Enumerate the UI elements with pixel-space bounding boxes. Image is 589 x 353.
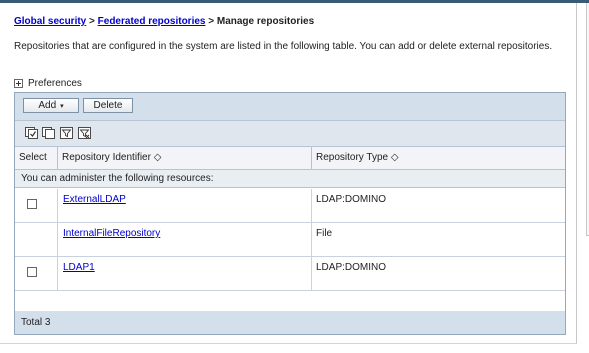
deselect-all-icon[interactable] [42, 127, 55, 139]
breadcrumb-current-page: Manage repositories [216, 16, 315, 27]
table-row: LDAP1 LDAP:DOMINO [15, 257, 565, 291]
column-divider [311, 257, 312, 290]
column-divider [57, 257, 58, 290]
column-header-label: Repository Identifier [62, 152, 151, 163]
preferences-toggle[interactable]: Preferences [14, 78, 82, 89]
repository-type-cell: LDAP:DOMINO [316, 194, 387, 205]
table-row: ExternalLDAP LDAP:DOMINO [15, 189, 565, 223]
table-icon-toolbar [15, 121, 565, 147]
table-total-footer: Total 3 [15, 311, 565, 334]
breadcrumb: Global security > Federated repositories… [14, 16, 314, 27]
breadcrumb-link-global-security[interactable]: Global security [14, 16, 86, 27]
column-header-label: Repository Type [316, 152, 389, 163]
sort-icon[interactable]: ◇ [154, 152, 162, 163]
column-header-repository-type[interactable]: Repository Type ◇ [312, 147, 565, 169]
column-divider [57, 223, 58, 256]
page-description: Repositories that are configured in the … [14, 41, 553, 52]
breadcrumb-separator: > [208, 16, 215, 27]
breadcrumb-separator: > [89, 16, 95, 27]
table-instruction-row: You can administer the following resourc… [15, 170, 565, 188]
action-toolbar: Add ▾ Delete [15, 93, 565, 121]
repository-identifier-link[interactable]: ExternalLDAP [63, 194, 126, 205]
repositories-collection-panel: Add ▾ Delete Select Repository Identifie… [14, 92, 566, 335]
content-frame-bottom [0, 343, 577, 344]
add-button-label: Add [38, 100, 57, 111]
expand-plus-icon[interactable] [14, 79, 23, 88]
repository-type-cell: File [316, 228, 333, 239]
column-header-repository-identifier[interactable]: Repository Identifier ◇ [58, 147, 311, 169]
select-all-icon[interactable] [25, 127, 38, 139]
repository-type-cell: LDAP:DOMINO [316, 262, 387, 273]
repository-identifier-link[interactable]: InternalFileRepository [63, 228, 160, 239]
delete-button[interactable]: Delete [83, 98, 133, 113]
sort-icon[interactable]: ◇ [391, 152, 399, 163]
content-frame-border [576, 3, 577, 343]
column-divider [57, 189, 58, 222]
breadcrumb-link-federated-repositories[interactable]: Federated repositories [98, 16, 206, 27]
column-divider [311, 189, 312, 222]
repository-identifier-link[interactable]: LDAP1 [63, 262, 95, 273]
table-row: InternalFileRepository File [15, 223, 565, 257]
clear-filter-icon[interactable] [78, 127, 91, 139]
add-button[interactable]: Add ▾ [23, 98, 79, 113]
column-divider [311, 223, 312, 256]
table-header-row: Select Repository Identifier ◇ Repositor… [15, 147, 565, 170]
column-header-select: Select [19, 152, 47, 163]
dropdown-caret-icon: ▾ [60, 102, 64, 110]
show-filter-icon[interactable] [60, 127, 73, 139]
row-select-checkbox[interactable] [27, 267, 37, 277]
preferences-label: Preferences [28, 78, 82, 89]
row-select-checkbox[interactable] [27, 199, 37, 209]
top-frame-bar [0, 0, 589, 3]
